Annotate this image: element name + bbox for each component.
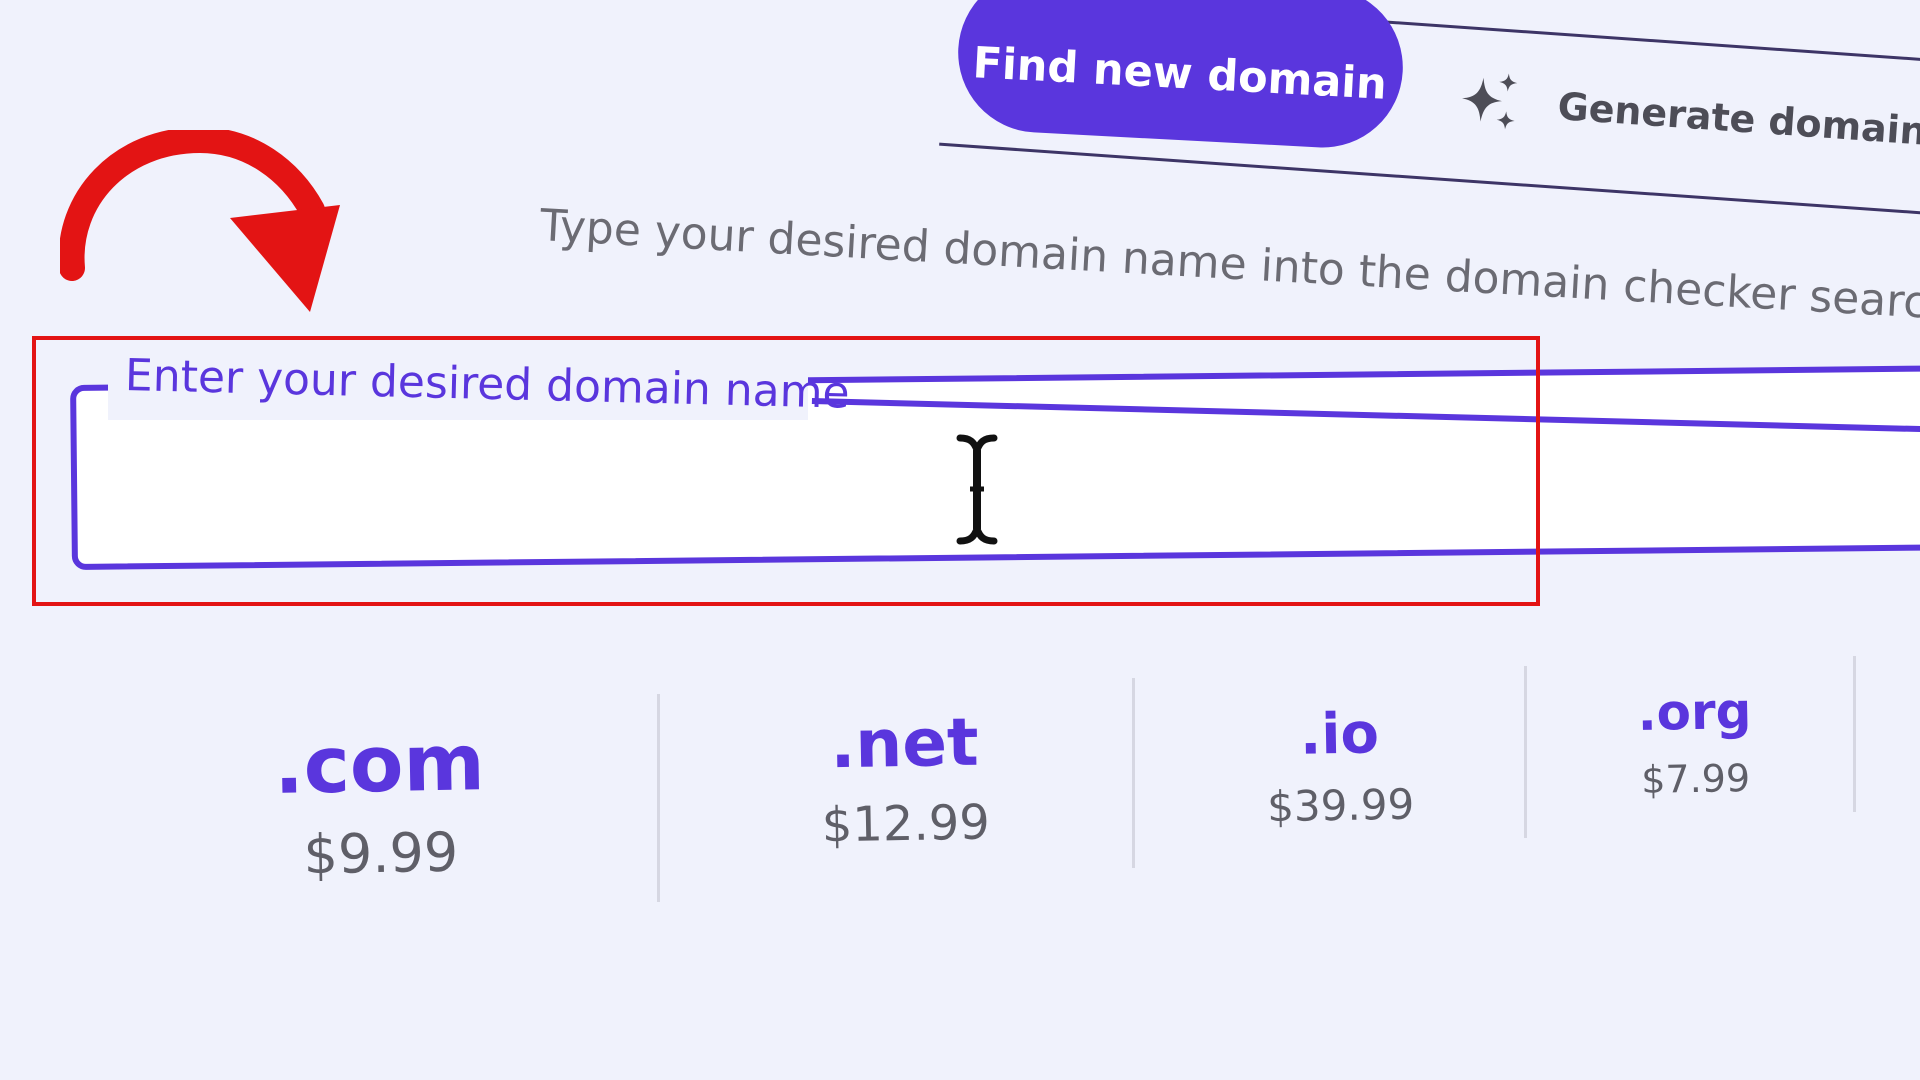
tld-item: .net $12.99 bbox=[759, 702, 1052, 854]
tld-name: .net bbox=[829, 703, 980, 784]
sparkle-icon bbox=[1462, 73, 1518, 130]
tld-price: $9.99 bbox=[303, 820, 459, 887]
tld-name: .com bbox=[273, 718, 486, 812]
annotation-highlight-box bbox=[32, 336, 1540, 606]
screen: Find new domain Generate domain using AI… bbox=[0, 0, 1920, 1080]
tld-name: .io bbox=[1299, 701, 1380, 768]
tld-price: $12.99 bbox=[821, 794, 991, 854]
tld-item: .io $39.99 bbox=[1219, 700, 1461, 832]
tab-find-new-domain[interactable]: Find new domain bbox=[954, 0, 1407, 152]
domain-checker-description: Type your desired domain name into the d… bbox=[538, 200, 1920, 351]
tab-find-new-domain-label: Find new domain bbox=[971, 38, 1389, 110]
tld-price: $39.99 bbox=[1266, 779, 1415, 832]
tld-item: .com $9.99 bbox=[224, 717, 537, 887]
tld-divider bbox=[1132, 678, 1135, 868]
tld-item: .org $7.99 bbox=[1589, 681, 1801, 803]
tld-divider bbox=[1853, 656, 1856, 812]
tld-divider bbox=[657, 694, 660, 902]
curved-arrow-icon bbox=[60, 130, 340, 312]
tld-divider bbox=[1524, 666, 1527, 838]
tld-name: .org bbox=[1637, 682, 1752, 742]
tld-price: $7.99 bbox=[1640, 756, 1751, 802]
